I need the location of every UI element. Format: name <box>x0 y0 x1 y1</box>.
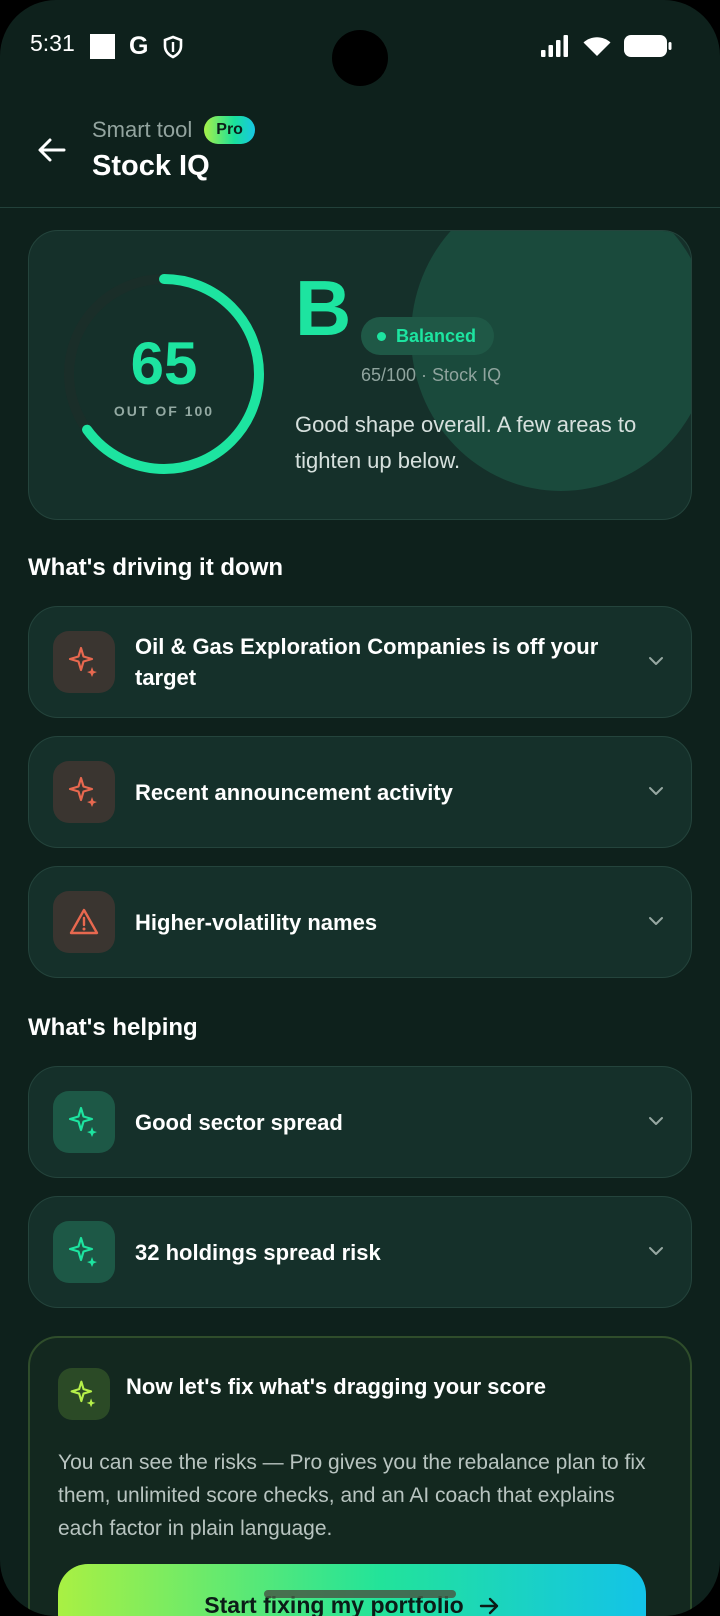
score-card: 65 OUT OF 100 B Balanced 65/100 · Stock … <box>28 230 692 520</box>
sparkle-icon <box>70 1380 96 1408</box>
score-meta: 65/100 · Stock IQ <box>361 365 502 385</box>
factor-row-sector-spread[interactable]: Good sector spread <box>28 1066 692 1178</box>
status-badge: Balanced <box>361 317 495 355</box>
arrow-right-icon <box>479 1597 498 1615</box>
chevron-down-icon <box>649 917 663 925</box>
sparkle-icon <box>68 1106 97 1137</box>
factor-row-label: Oil & Gas Exploration Companies is off y… <box>135 634 599 690</box>
header-subtitle: Smart tool <box>92 117 193 142</box>
section-heading-helping: What's helping <box>28 1014 198 1041</box>
phone-screen: 5:31 G Smart tool Pro Stock IQ 65 OUT OF… <box>0 0 720 1616</box>
factor-row-label: Recent announcement activity <box>135 779 453 805</box>
section-heading-driving-down: What's driving it down <box>28 554 284 581</box>
wifi-icon <box>583 37 611 56</box>
status-time: 5:31 <box>30 30 75 56</box>
factor-row-announcements[interactable]: Recent announcement activity <box>28 736 692 848</box>
score-value: 65 <box>130 330 198 397</box>
factor-row-volatility[interactable]: Higher-volatility names <box>28 866 692 978</box>
chevron-down-icon <box>649 1247 663 1255</box>
chevron-down-icon <box>649 657 663 665</box>
factor-row-holdings[interactable]: 32 holdings spread risk <box>28 1196 692 1308</box>
sparkle-icon <box>68 1236 97 1267</box>
promo-body: You can see the risks — Pro gives you th… <box>58 1451 646 1540</box>
score-out-of-label: OUT OF 100 <box>113 403 215 419</box>
battery-icon <box>624 35 672 57</box>
sparkle-icon <box>68 646 97 677</box>
status-bar: 5:31 G <box>0 0 720 96</box>
page-title: Stock IQ <box>92 150 210 182</box>
google-icon: G <box>129 32 149 60</box>
factor-row-oil-gas[interactable]: Oil & Gas Exploration Companies is off y… <box>28 606 692 718</box>
factor-row-label: Good sector spread <box>135 1109 343 1135</box>
notification-square-icon <box>90 34 115 59</box>
chevron-down-icon <box>649 787 663 795</box>
back-arrow-icon[interactable] <box>36 134 68 166</box>
factor-row-label: Higher-volatility names <box>135 909 378 935</box>
signal-icon <box>541 35 568 57</box>
promo-title: Now let's fix what's dragging your score <box>126 1374 546 1399</box>
score-grade: B <box>295 264 352 352</box>
factor-row-label: 32 holdings spread risk <box>135 1239 381 1265</box>
warning-icon <box>69 908 99 935</box>
camera-cutout <box>332 30 388 86</box>
pro-badge: Pro <box>204 116 255 144</box>
shield-icon <box>164 35 183 58</box>
upgrade-promo-card: Now let's fix what's dragging your score… <box>28 1336 692 1616</box>
score-description: Good shape overall. A few areas to tight… <box>295 412 637 473</box>
status-dot-icon <box>377 331 386 341</box>
sparkle-icon <box>68 776 97 807</box>
chevron-down-icon <box>649 1117 663 1125</box>
top-app-bar: Smart tool Pro Stock IQ <box>0 96 720 208</box>
status-badge-label: Balanced <box>396 325 477 346</box>
home-indicator[interactable] <box>264 1590 456 1598</box>
